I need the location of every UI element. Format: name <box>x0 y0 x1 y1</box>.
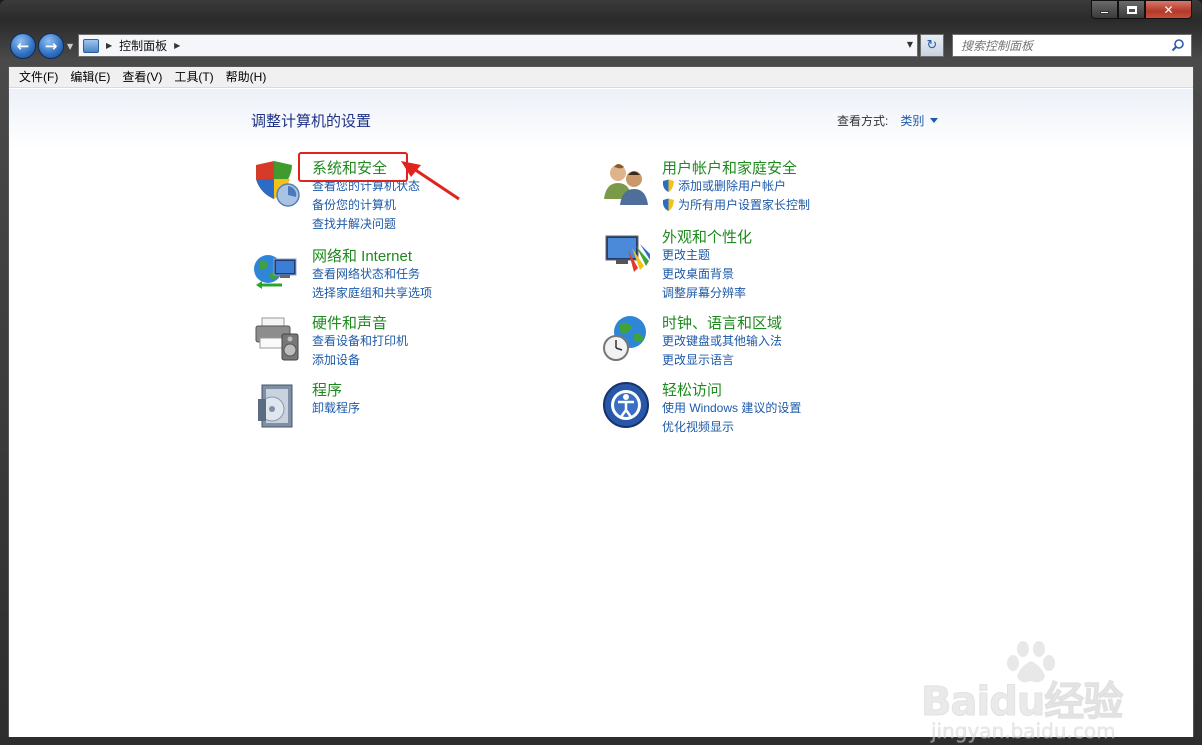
view-by-control: 查看方式: 类别 <box>837 112 939 129</box>
monitor-palette-icon[interactable] <box>602 228 652 278</box>
breadcrumb-control-panel[interactable]: 控制面板 <box>119 37 167 54</box>
clock-globe-icon[interactable] <box>602 314 652 364</box>
task-link[interactable]: 优化视频显示 <box>662 417 801 436</box>
search-box[interactable] <box>952 34 1192 57</box>
back-arrow-icon: ← <box>16 37 30 55</box>
menu-view[interactable]: 查看(V) <box>116 67 168 88</box>
task-link[interactable]: 选择家庭组和共享选项 <box>312 283 432 302</box>
navigation-row: ← → ▼ ▶ 控制面板 ▶ ▼ ↻ <box>0 30 1202 62</box>
task-link[interactable]: 调整屏幕分辨率 <box>662 283 746 302</box>
breadcrumb-separator-icon[interactable]: ▶ <box>106 41 112 50</box>
minimize-button[interactable] <box>1091 0 1118 19</box>
view-by-dropdown[interactable]: 类别 <box>900 112 924 129</box>
category-title[interactable]: 用户帐户和家庭安全 <box>662 157 797 178</box>
control-panel-content: 调整计算机的设置 查看方式: 类别 系统和安全 查看您的计算机状态 备份您的计算… <box>9 89 1193 743</box>
network-globe-icon[interactable] <box>252 247 302 297</box>
explorer-window: ✕ ← → ▼ ▶ 控制面板 ▶ ▼ ↻ 文件(F) 编辑(E) 查看(V) 工… <box>0 0 1202 745</box>
uac-shield-icon <box>663 179 674 192</box>
menu-bar: 文件(F) 编辑(E) 查看(V) 工具(T) 帮助(H) <box>9 67 1193 88</box>
caption-buttons: ✕ <box>1091 0 1192 20</box>
task-link-label: 为所有用户设置家长控制 <box>678 198 811 212</box>
task-link[interactable]: 更改主题 <box>662 245 746 264</box>
baidu-watermark: Baidu经验 jingyan.baidu.com <box>920 637 1161 745</box>
task-link[interactable]: 查看网络状态和任务 <box>312 264 432 283</box>
users-icon[interactable] <box>602 159 652 209</box>
breadcrumb-separator-icon[interactable]: ▶ <box>174 41 180 50</box>
minimize-icon <box>1100 11 1109 14</box>
category-title[interactable]: 时钟、语言和区域 <box>662 312 782 333</box>
close-icon: ✕ <box>1163 2 1174 17</box>
page-title: 调整计算机的设置 <box>251 113 372 130</box>
forward-button[interactable]: → <box>38 33 64 59</box>
category-title[interactable]: 轻松访问 <box>662 379 722 400</box>
category-links: 更改键盘或其他输入法 更改显示语言 <box>662 331 782 369</box>
category-title[interactable]: 外观和个性化 <box>662 226 752 247</box>
watermark-url: jingyan.baidu.com <box>931 719 1116 744</box>
address-dropdown-icon[interactable]: ▼ <box>907 40 913 49</box>
task-link[interactable]: 为所有用户设置家长控制 <box>662 195 810 214</box>
category-links: 查看网络状态和任务 选择家庭组和共享选项 <box>312 264 432 302</box>
shield-icon[interactable] <box>252 159 302 209</box>
search-input[interactable] <box>961 38 1171 53</box>
back-button[interactable]: ← <box>10 33 36 59</box>
annotation-highlight-box <box>298 152 408 182</box>
address-bar[interactable]: ▶ 控制面板 ▶ ▼ <box>78 34 918 57</box>
category-links: 添加或删除用户帐户 为所有用户设置家长控制 <box>662 176 810 214</box>
annotation-arrow-icon <box>401 161 460 201</box>
menu-help[interactable]: 帮助(H) <box>220 67 273 88</box>
printer-speaker-icon[interactable] <box>252 314 302 364</box>
task-link[interactable]: 添加设备 <box>312 350 408 369</box>
search-icon[interactable] <box>1171 38 1185 52</box>
task-link[interactable]: 更改桌面背景 <box>662 264 746 283</box>
menu-edit[interactable]: 编辑(E) <box>64 67 116 88</box>
ease-of-access-icon[interactable] <box>602 381 652 431</box>
task-link[interactable]: 查看设备和打印机 <box>312 331 408 350</box>
menu-tools[interactable]: 工具(T) <box>168 67 219 88</box>
close-button[interactable]: ✕ <box>1145 0 1192 19</box>
category-title[interactable]: 硬件和声音 <box>312 312 387 333</box>
maximize-icon <box>1126 5 1137 14</box>
task-link[interactable]: 添加或删除用户帐户 <box>662 176 810 195</box>
task-link[interactable]: 更改键盘或其他输入法 <box>662 331 782 350</box>
task-link[interactable]: 查找并解决问题 <box>312 214 420 233</box>
chevron-down-icon[interactable] <box>930 118 939 123</box>
control-panel-icon <box>83 38 99 53</box>
category-title[interactable]: 程序 <box>312 379 342 400</box>
menu-file[interactable]: 文件(F) <box>13 67 64 88</box>
refresh-button[interactable]: ↻ <box>920 34 944 57</box>
category-links: 更改主题 更改桌面背景 调整屏幕分辨率 <box>662 245 746 302</box>
view-by-label: 查看方式: <box>837 114 889 128</box>
maximize-button[interactable] <box>1118 0 1145 19</box>
programs-disc-icon[interactable] <box>252 381 302 431</box>
task-link[interactable]: 更改显示语言 <box>662 350 782 369</box>
forward-arrow-icon: → <box>44 37 58 55</box>
category-links: 查看设备和打印机 添加设备 <box>312 331 408 369</box>
task-link[interactable]: 使用 Windows 建议的设置 <box>662 398 801 417</box>
recent-pages-dropdown-icon[interactable]: ▼ <box>67 42 73 51</box>
refresh-icon: ↻ <box>926 38 938 53</box>
category-title[interactable]: 网络和 Internet <box>312 245 412 266</box>
task-link-label: 添加或删除用户帐户 <box>678 179 787 193</box>
category-links: 卸载程序 <box>312 398 360 417</box>
task-link[interactable]: 卸载程序 <box>312 398 360 417</box>
uac-shield-icon <box>663 198 674 211</box>
category-links: 使用 Windows 建议的设置 优化视频显示 <box>662 398 801 436</box>
client-area: 文件(F) 编辑(E) 查看(V) 工具(T) 帮助(H) 调整计算机的设置 查… <box>8 66 1194 743</box>
